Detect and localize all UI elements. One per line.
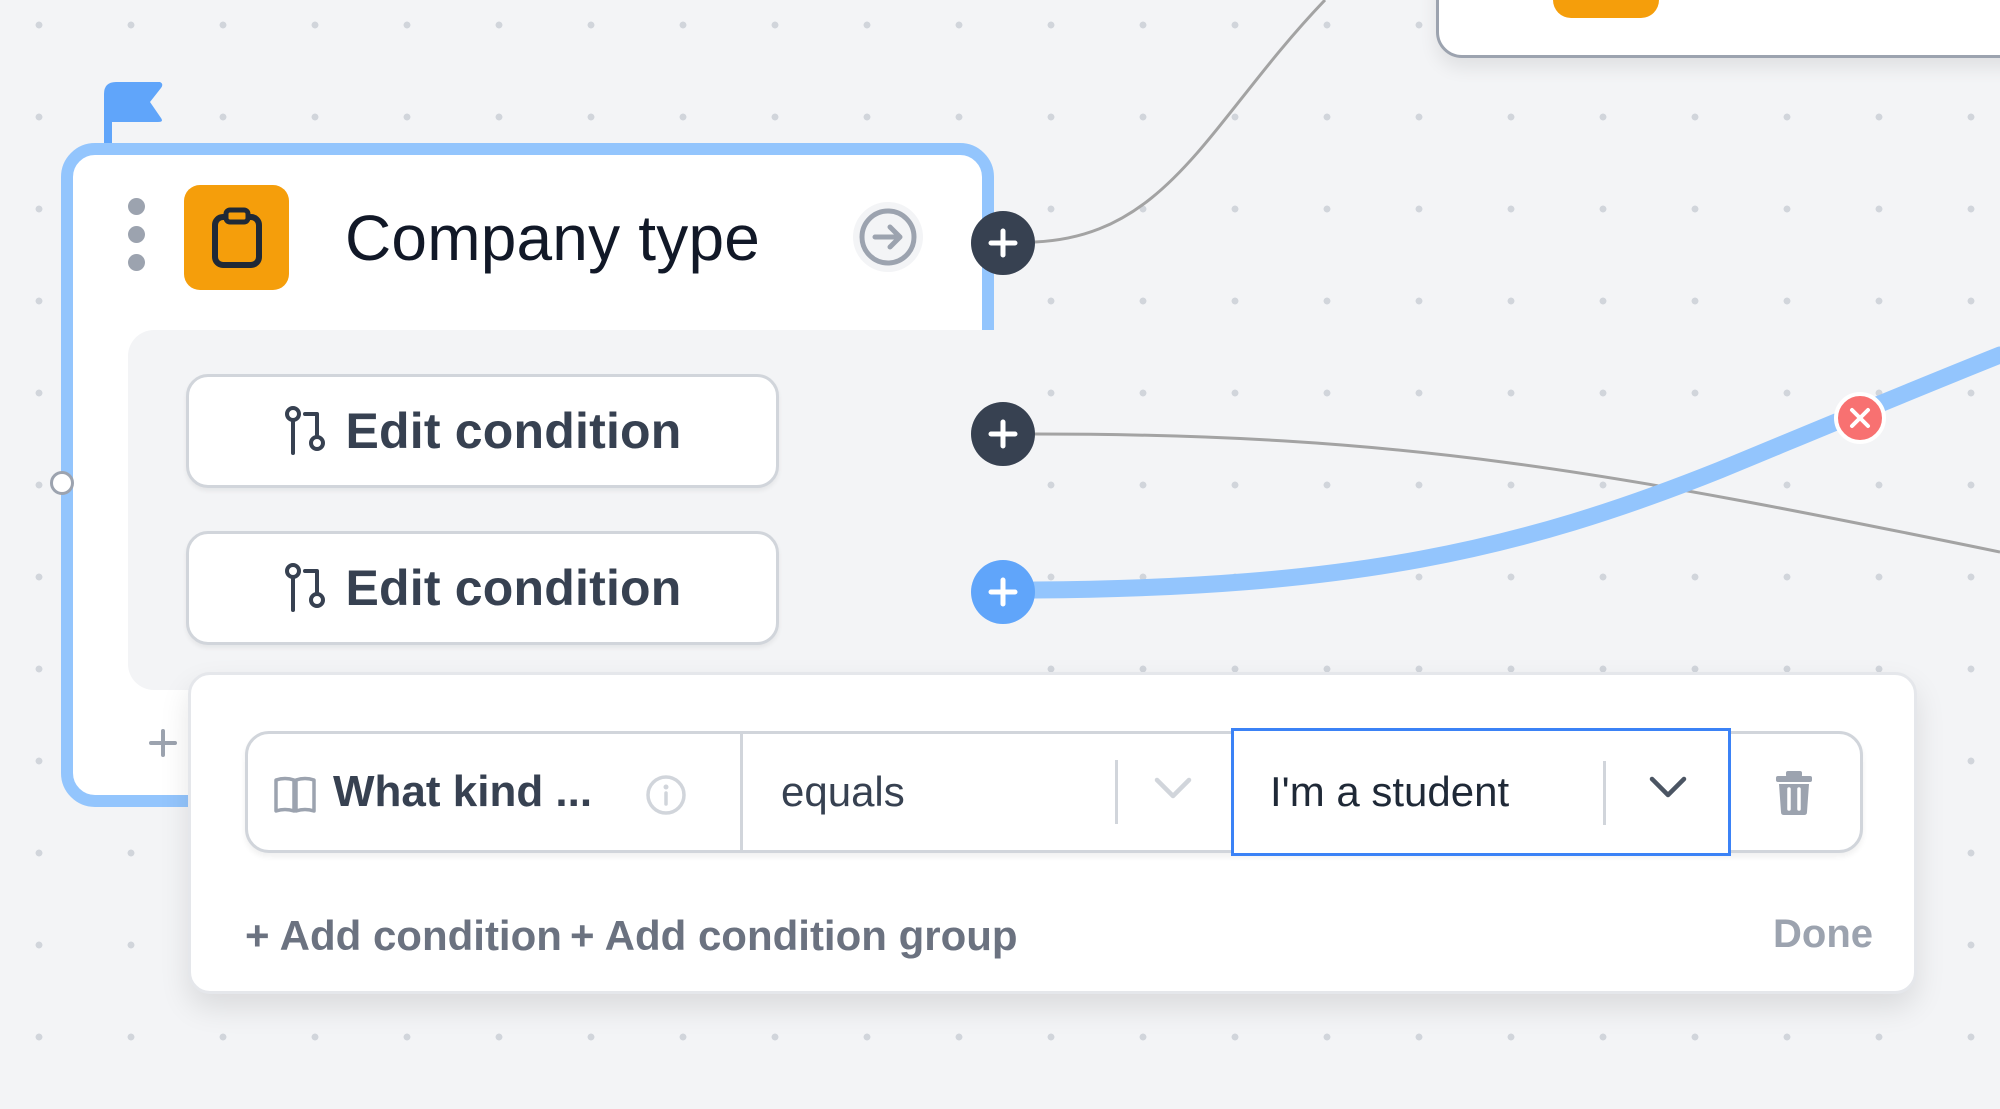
start-flag-icon [104, 82, 163, 150]
add-next-step-button[interactable] [971, 211, 1035, 275]
edit-condition-button-2[interactable]: Edit condition [186, 531, 779, 645]
edge-to-top-node[interactable] [1034, 0, 1327, 244]
chevron-down-icon[interactable] [1153, 776, 1193, 800]
condition-2-output-handle[interactable] [971, 560, 1035, 624]
node-icon-tile [1553, 0, 1659, 18]
trash-icon[interactable] [1774, 770, 1814, 816]
field-label: What kind ... [333, 767, 593, 816]
book-icon [274, 776, 316, 813]
done-button[interactable]: Done [1773, 912, 1873, 957]
value-select[interactable]: I'm a student [1231, 728, 1731, 856]
operator-select[interactable]: equals [743, 734, 1231, 850]
arrow-right-circle-icon [859, 208, 917, 266]
select-divider [1115, 760, 1118, 824]
plus-icon [988, 577, 1018, 607]
plus-icon [988, 228, 1018, 258]
input-handle[interactable] [50, 471, 74, 495]
drag-handle-icon[interactable] [124, 198, 148, 276]
value-text: I'm a student [1270, 768, 1510, 815]
branch-icon [285, 406, 326, 455]
edit-condition-label: Edit condition [345, 403, 682, 459]
info-icon[interactable] [645, 774, 687, 816]
close-icon [1850, 408, 1870, 428]
delete-edge-button[interactable] [1834, 392, 1886, 444]
plus-icon [988, 419, 1018, 449]
edge-condition-1[interactable] [1034, 432, 2000, 554]
clipboard-icon [211, 207, 262, 268]
edit-condition-button-1[interactable]: Edit condition [186, 374, 779, 488]
edge-condition-2-selected[interactable] [1026, 346, 2000, 599]
add-condition-plus-icon[interactable] [148, 728, 178, 758]
node-card-partial[interactable] [1436, 0, 2000, 58]
add-condition-group-button[interactable]: + Add condition group [570, 912, 1018, 960]
go-to-node-button[interactable] [853, 202, 923, 272]
operator-value: equals [781, 768, 905, 815]
edit-condition-label: Edit condition [345, 560, 682, 616]
branch-icon [285, 563, 326, 612]
node-title[interactable]: Company type [345, 200, 760, 276]
select-divider [1603, 761, 1606, 825]
add-condition-button[interactable]: + Add condition [245, 912, 562, 960]
node-icon-tile [184, 185, 289, 290]
chevron-down-icon[interactable] [1648, 775, 1688, 799]
field-select[interactable]: What kind ... [248, 734, 743, 850]
condition-1-output-handle[interactable] [971, 402, 1035, 466]
